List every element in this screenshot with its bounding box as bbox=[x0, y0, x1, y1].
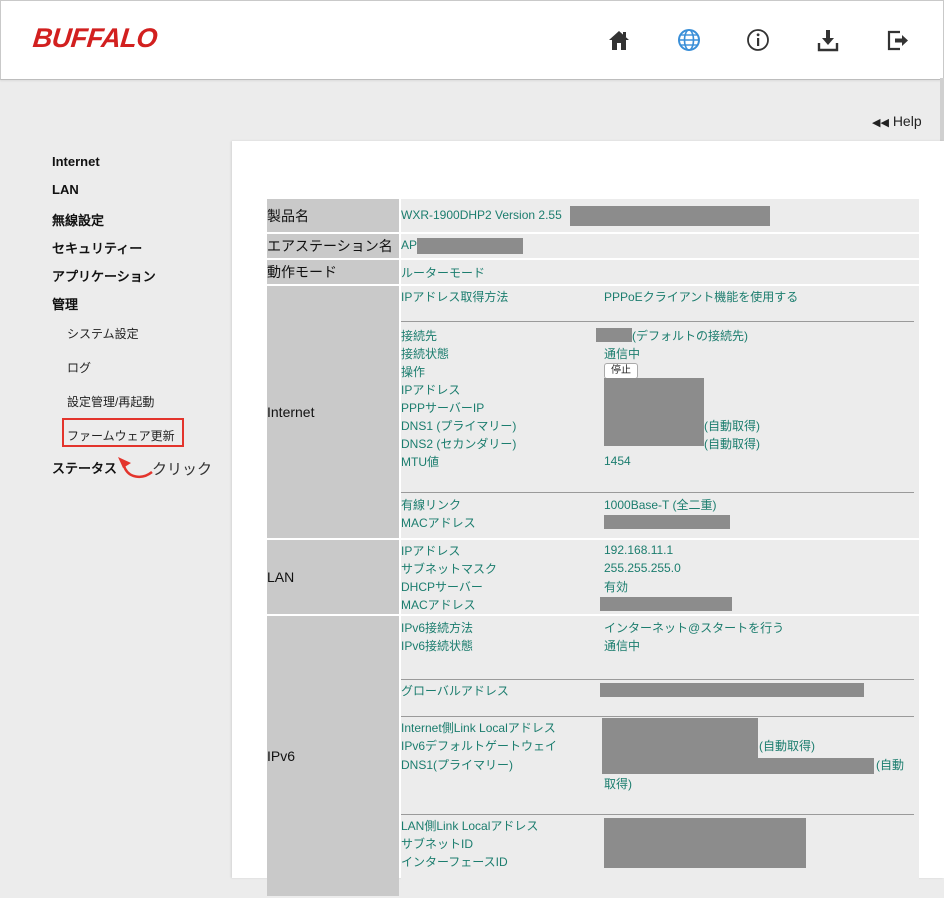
sidebar-subitem-config[interactable]: 設定管理/再起動 bbox=[67, 393, 154, 410]
interface-id-label: インターフェースID bbox=[401, 854, 508, 869]
ipv6-dns1-suffix-a: (自動 bbox=[876, 757, 904, 772]
lan-label: LAN bbox=[267, 540, 399, 614]
ipv6-state-value: 通信中 bbox=[604, 638, 641, 653]
logout-icon[interactable] bbox=[885, 27, 911, 53]
dns1-label: DNS1 (プライマリー) bbox=[401, 418, 517, 433]
ipv6-dns1-label: DNS1(プライマリー) bbox=[401, 757, 514, 772]
lan-ip-value: 192.168.11.1 bbox=[604, 543, 674, 557]
global-address-label: グローバルアドレス bbox=[401, 683, 509, 698]
lan-link-local-label: LAN側Link Localアドレス bbox=[401, 818, 539, 833]
internet-label: Internet bbox=[267, 286, 399, 538]
status-table: 製品名 WXR-1900DHP2 Version 2.55 エアステーション名 … bbox=[265, 197, 921, 898]
mode-value: ルーターモード bbox=[401, 260, 919, 284]
dhcp-label: DHCPサーバー bbox=[401, 579, 483, 594]
sidebar-item-status[interactable]: ステータス bbox=[52, 458, 117, 477]
sidebar-subitem-system[interactable]: システム設定 bbox=[67, 325, 139, 342]
product-value-cell: WXR-1900DHP2 Version 2.55 bbox=[401, 199, 919, 232]
firmware-highlight-box bbox=[62, 418, 184, 447]
sidebar-item-internet[interactable]: Internet bbox=[52, 154, 100, 169]
link-value: 1000Base-T (全二重) bbox=[604, 497, 717, 512]
stop-button[interactable]: 停止 bbox=[604, 363, 638, 379]
acq-method-label: IPアドレス取得方法 bbox=[401, 289, 509, 304]
divider bbox=[401, 492, 914, 493]
dest-value: (デフォルトの接続先) bbox=[632, 328, 748, 343]
dns2-suffix: (自動取得) bbox=[704, 436, 760, 451]
redaction-block bbox=[596, 328, 632, 342]
product-value: WXR-1900DHP2 Version 2.55 bbox=[401, 207, 562, 222]
ppp-server-label: PPPサーバーIP bbox=[401, 400, 485, 415]
lan-mac-label: MACアドレス bbox=[401, 597, 476, 612]
sidebar-item-lan[interactable]: LAN bbox=[52, 182, 79, 197]
mode-label: 動作モード bbox=[267, 260, 399, 284]
buffalo-logo: BUFFALO bbox=[31, 23, 159, 53]
sidebar-item-application[interactable]: アプリケーション bbox=[52, 266, 156, 285]
top-header: BUFFALO bbox=[0, 0, 944, 80]
redaction-block bbox=[604, 378, 704, 446]
redaction-block bbox=[600, 597, 732, 611]
mtu-value: 1454 bbox=[604, 454, 631, 468]
help-link[interactable]: ◀◀ Help bbox=[872, 113, 922, 129]
download-icon[interactable] bbox=[815, 27, 841, 53]
ipv6-method-value: インターネット@スタートを行う bbox=[604, 620, 785, 635]
sidebar-item-admin[interactable]: 管理 bbox=[52, 294, 78, 313]
ipv6-details: IPv6接続方法 インターネット@スタートを行う IPv6接続状態 通信中 グローバ… bbox=[401, 616, 919, 896]
lan-ip-label: IPアドレス bbox=[401, 543, 461, 558]
redaction-block bbox=[674, 758, 874, 774]
redaction-block bbox=[570, 205, 771, 226]
table-row: LAN IPアドレス 192.168.11.1 サブネットマスク 255.255.2… bbox=[267, 540, 919, 614]
dhcp-value: 有効 bbox=[604, 579, 629, 594]
ipv6-label: IPv6 bbox=[267, 616, 399, 896]
operation-label: 操作 bbox=[401, 364, 426, 379]
ip-label: IPアドレス bbox=[401, 382, 461, 397]
ipv6-method-label: IPv6接続方法 bbox=[401, 620, 474, 635]
redaction-block bbox=[604, 515, 730, 529]
divider bbox=[401, 814, 914, 815]
link-label: 有線リンク bbox=[401, 497, 462, 512]
divider bbox=[401, 716, 914, 717]
lan-details: IPアドレス 192.168.11.1 サブネットマスク 255.255.255.0… bbox=[401, 540, 919, 614]
dns1-suffix: (自動取得) bbox=[704, 418, 760, 433]
ipv6-state-label: IPv6接続状態 bbox=[401, 638, 474, 653]
dns2-label: DNS2 (セカンダリー) bbox=[401, 436, 517, 451]
wan-mac-label: MACアドレス bbox=[401, 515, 476, 530]
station-value-cell: AP bbox=[401, 234, 919, 258]
lan-mask-value: 255.255.255.0 bbox=[604, 561, 681, 575]
internet-details: IPアドレス取得方法 PPPoEクライアント機能を使用する 接続先 (デフォルトの接… bbox=[401, 286, 919, 538]
home-icon[interactable] bbox=[606, 27, 632, 53]
table-row: 製品名 WXR-1900DHP2 Version 2.55 bbox=[267, 199, 919, 232]
redaction-block bbox=[600, 683, 864, 697]
annotation-click-label: クリック bbox=[152, 461, 213, 478]
conn-state-label: 接続状態 bbox=[401, 346, 450, 361]
table-row: Internet IPアドレス取得方法 PPPoEクライアント機能を使用する 接続… bbox=[267, 286, 919, 538]
divider bbox=[401, 321, 914, 322]
globe-icon[interactable] bbox=[676, 27, 702, 53]
wan-link-local-label: Internet側Link Localアドレス bbox=[401, 720, 556, 735]
acq-method-value: PPPoEクライアント機能を使用する bbox=[604, 289, 799, 304]
table-row: 動作モード ルーターモード bbox=[267, 260, 919, 284]
lan-mask-label: サブネットマスク bbox=[401, 561, 498, 576]
gateway-suffix: (自動取得) bbox=[759, 738, 815, 753]
station-label: エアステーション名 bbox=[267, 234, 399, 258]
divider bbox=[401, 679, 914, 680]
sidebar-item-security[interactable]: セキュリティー bbox=[52, 238, 142, 257]
subnet-id-label: サブネットID bbox=[401, 836, 474, 851]
collapse-left-icon: ◀◀ bbox=[872, 117, 889, 129]
ipv6-dns1-suffix-b: 取得) bbox=[604, 776, 632, 791]
info-icon[interactable] bbox=[745, 27, 771, 53]
station-value: AP bbox=[401, 238, 418, 253]
redaction-block bbox=[604, 818, 806, 868]
dest-label: 接続先 bbox=[401, 328, 438, 343]
gateway-label: IPv6デフォルトゲートウェイ bbox=[401, 738, 558, 753]
table-row: エアステーション名 AP bbox=[267, 234, 919, 258]
product-label: 製品名 bbox=[267, 199, 399, 232]
sidebar-subitem-log[interactable]: ログ bbox=[67, 359, 91, 376]
sidebar-item-wireless[interactable]: 無線設定 bbox=[52, 210, 104, 229]
redaction-block bbox=[417, 238, 524, 254]
conn-state-value: 通信中 bbox=[604, 346, 641, 361]
table-row: IPv6 IPv6接続方法 インターネット@スタートを行う IPv6接続状態 通信中… bbox=[267, 616, 919, 896]
help-label: Help bbox=[892, 113, 922, 129]
mtu-label: MTU値 bbox=[401, 454, 439, 469]
